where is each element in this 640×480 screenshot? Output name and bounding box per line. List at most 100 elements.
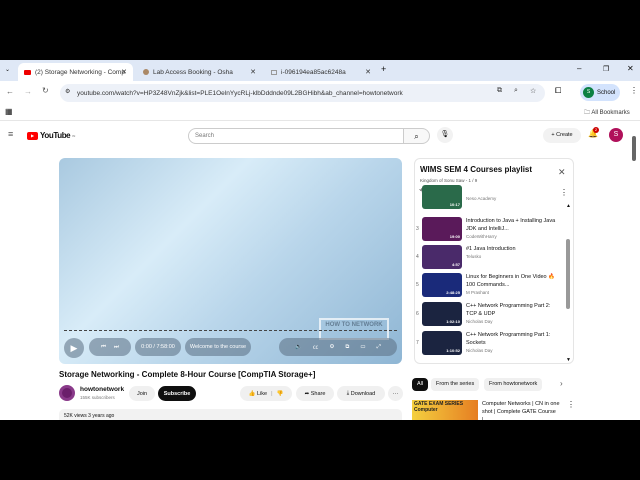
previous-icon[interactable]: ⏮ xyxy=(101,344,106,351)
volume-icon[interactable]: 🔈 xyxy=(295,344,302,350)
back-icon[interactable]: ← xyxy=(6,87,14,96)
channel-name[interactable]: howtonetwork xyxy=(80,386,124,393)
next-icon[interactable]: ⏭ xyxy=(114,344,119,351)
tab-bar: ⌄ (2) Storage Networking - Comp ✕ Lab Acc… xyxy=(0,60,640,81)
search-button[interactable]: ⌕ xyxy=(404,128,430,144)
youtube-logo[interactable]: ▶ YouTube IN xyxy=(27,131,75,140)
browser-window: ⌄ (2) Storage Networking - Comp ✕ Lab Acc… xyxy=(0,60,640,420)
extensions-icon[interactable]: ⧠ xyxy=(555,86,561,96)
channel-watermark: HOW TO NETWORK xyxy=(319,318,389,340)
region-code: IN xyxy=(72,133,76,138)
item-index: 6 xyxy=(416,311,419,317)
item-index: 3 xyxy=(416,226,419,232)
search-input[interactable]: Search xyxy=(188,128,404,144)
description-box[interactable]: 52K views 3 years ago xyxy=(59,409,402,420)
new-tab-icon[interactable]: + xyxy=(381,64,386,74)
subscriber-count: 155K subscribers xyxy=(80,395,115,400)
playlist-item[interactable]: 4 4:57 #1 Java Introduction Telusko xyxy=(415,245,565,273)
close-window-icon[interactable]: ✕ xyxy=(627,64,634,73)
create-button[interactable]: + Create xyxy=(543,128,581,143)
miniplayer-icon[interactable]: ⧉ xyxy=(345,344,349,351)
chips-next-icon[interactable]: › xyxy=(560,379,563,388)
captions-icon[interactable]: ㏄ xyxy=(313,343,319,351)
logo-text: YouTube xyxy=(40,131,71,140)
right-controls: 🔈 ㏄ ⚙ ⧉ ▭ ⤢ xyxy=(279,338,397,356)
bookmark-star-icon[interactable]: ☆ xyxy=(530,87,536,95)
page-scrollbar[interactable] xyxy=(632,126,636,420)
site-info-icon[interactable]: ⚙ xyxy=(65,88,70,95)
like-button[interactable]: 👍 Like xyxy=(249,391,267,397)
share-button[interactable]: ➦ Share xyxy=(296,386,334,401)
restore-icon[interactable]: ❐ xyxy=(603,65,609,73)
item-duration: 1:10:52 xyxy=(446,348,460,353)
zoom-icon[interactable]: ⌕ xyxy=(514,87,518,95)
minimize-icon[interactable]: – xyxy=(577,64,581,73)
item-channel: Telusko xyxy=(466,254,482,259)
fullscreen-icon[interactable]: ⤢ xyxy=(377,344,381,351)
video-player[interactable]: HOW TO NETWORK ▶ ⏮ ⏭ 0:00 / 7:58:00 Welco… xyxy=(59,158,402,364)
download-button[interactable]: ⤓ Download xyxy=(337,386,385,401)
address-bar[interactable]: ⚙ youtube.com/watch?v=HP3Z48VnZjk&list=P… xyxy=(60,84,545,102)
youtube-header: ≡ ▶ YouTube IN Search ⌕ 🎙 + Create 🔔 2 S xyxy=(0,122,640,150)
item-index: 4 xyxy=(416,254,419,260)
tab-youtube[interactable]: (2) Storage Networking - Comp ✕ xyxy=(18,63,133,81)
recommended-title[interactable]: Computer Networks | CN in one shot | Com… xyxy=(482,400,562,420)
all-bookmarks[interactable]: 🗀 All Bookmarks xyxy=(584,108,630,118)
apps-icon[interactable]: ▦ xyxy=(5,107,13,116)
settings-icon[interactable]: ⚙ xyxy=(329,344,334,350)
recommended-menu-icon[interactable]: ⋮ xyxy=(567,400,575,409)
playlist-item[interactable]: 6 1:02:10 C++ Network Programming Part 2… xyxy=(415,302,565,330)
close-playlist-icon[interactable]: ✕ xyxy=(558,167,566,178)
dislike-icon[interactable]: 👎 xyxy=(277,391,284,397)
avatar[interactable]: S xyxy=(609,128,623,142)
like-label: Like xyxy=(257,390,268,397)
favicon-icon xyxy=(271,69,277,75)
channel-avatar[interactable] xyxy=(59,385,75,401)
subscribe-button[interactable]: Subscribe xyxy=(158,386,196,401)
more-actions-icon[interactable]: ··· xyxy=(388,386,403,401)
hamburger-icon[interactable]: ≡ xyxy=(8,129,13,139)
close-tab-icon[interactable]: ✕ xyxy=(365,68,371,76)
item-title: C++ Network Programming Part 1: Sockets xyxy=(466,332,551,346)
youtube-play-icon: ▶ xyxy=(27,131,38,140)
playlist-scrollbar[interactable]: ▲ ▼ xyxy=(566,203,571,363)
item-index: 5 xyxy=(416,282,419,288)
notification-badge: 2 xyxy=(593,127,599,133)
item-channel: Nicholas Day xyxy=(466,348,493,353)
item-duration: 1:02:10 xyxy=(446,319,460,324)
chip-all[interactable]: All xyxy=(412,378,429,391)
tab-lab-booking[interactable]: Lab Access Booking - Osha ✕ xyxy=(137,63,262,81)
play-button[interactable]: ▶ xyxy=(64,338,84,358)
playlist-item[interactable]: 3 19:00 Introduction to Java + Installin… xyxy=(415,217,565,245)
item-channel: CodeWithHarry xyxy=(466,234,497,239)
close-tab-icon[interactable]: ✕ xyxy=(121,68,127,76)
progress-bar[interactable] xyxy=(64,330,397,331)
tab-search-icon[interactable]: ⌄ xyxy=(5,66,10,73)
chip-from-channel[interactable]: From howtonetwork xyxy=(484,378,543,391)
item-thumbnail: 1:10:52 xyxy=(422,331,462,355)
item-index: 7 xyxy=(416,340,419,346)
playlist-item[interactable]: 10:17 Neso Academy xyxy=(415,185,565,213)
forward-icon[interactable]: → xyxy=(24,87,32,96)
close-tab-icon[interactable]: ✕ xyxy=(250,68,256,76)
bookmarks-bar: ▦ 🗀 All Bookmarks xyxy=(0,105,640,121)
playlist-item[interactable]: 5 2:48:25 Linux for Beginners in One Vid… xyxy=(415,273,565,301)
join-button[interactable]: Join xyxy=(129,386,155,401)
install-icon[interactable]: ⧉ xyxy=(497,87,502,95)
item-duration: 4:57 xyxy=(451,262,460,267)
recommended-thumbnail[interactable]: GATE EXAM SERIES Computer xyxy=(412,400,478,420)
menu-icon[interactable]: ⋮ xyxy=(630,86,638,95)
playlist-title[interactable]: WIMS SEM 4 Courses playlist xyxy=(420,165,532,174)
playlist-item[interactable]: 7 1:10:52 C++ Network Programming Part 1… xyxy=(415,331,565,359)
mic-icon[interactable]: 🎙 xyxy=(437,127,453,143)
chapter-button[interactable]: Welcome to the course xyxy=(185,338,251,356)
profile-button[interactable]: S School xyxy=(580,84,620,101)
reload-icon[interactable]: ↻ xyxy=(42,86,49,95)
share-label: Share xyxy=(310,390,326,397)
tab-instance[interactable]: i-096194ea85ac6248a ✕ xyxy=(265,63,377,81)
playlist-subtitle: Kingdom of Sonu Saw - 1 / 9 xyxy=(420,178,478,183)
video-title: Storage Networking - Complete 8-Hour Cou… xyxy=(59,370,316,379)
item-thumbnail: 10:17 xyxy=(422,185,462,209)
theater-icon[interactable]: ▭ xyxy=(360,344,365,350)
chip-from-series[interactable]: From the series xyxy=(431,378,480,391)
